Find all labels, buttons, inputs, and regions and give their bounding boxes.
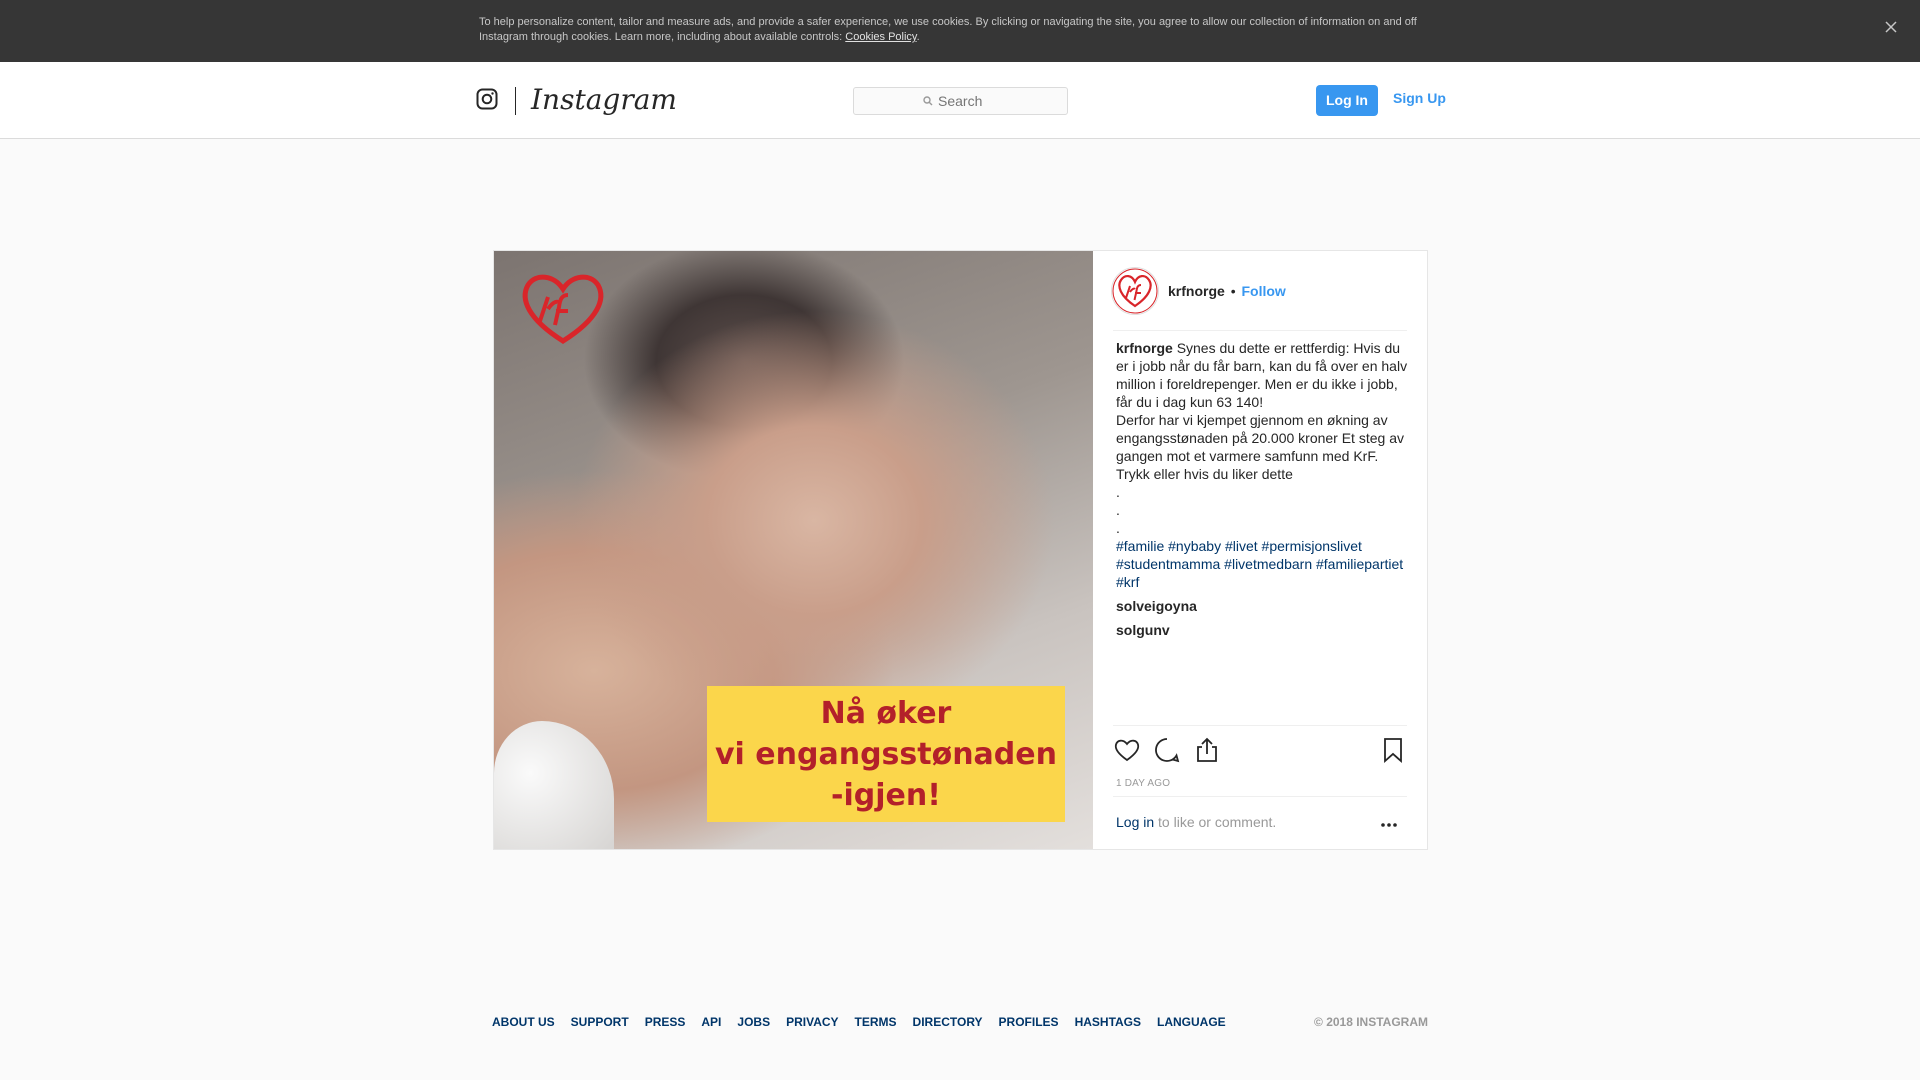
caption-dot: . <box>1116 484 1120 500</box>
more-options-icon[interactable] <box>1379 817 1399 827</box>
follow-button[interactable]: Follow <box>1241 283 1285 299</box>
post-timestamp: 1 DAY AGO <box>1116 778 1171 789</box>
caption-text-3: Trykk eller hvis du liker dette <box>1116 466 1293 482</box>
headline-line-2: vi engangsstønaden <box>715 736 1057 772</box>
footer-link-press[interactable]: PRESS <box>645 1012 686 1032</box>
cookie-banner-text: To help personalize content, tailor and … <box>479 15 1439 45</box>
hashtag[interactable]: #livetmedbarn <box>1224 556 1312 572</box>
post-sidebar: krfnorge • Follow krfnorge Synes du dett… <box>1093 251 1427 849</box>
caption-text-2: Derfor har vi kjempet gjennom en økning … <box>1116 412 1404 464</box>
caption-username[interactable]: krfnorge <box>1116 340 1173 356</box>
copyright: © 2018 INSTAGRAM <box>1314 1015 1428 1029</box>
post-caption: krfnorge Synes du dette er rettferdig: H… <box>1116 339 1408 719</box>
post-author: krfnorge • Follow <box>1168 281 1286 301</box>
hashtag[interactable]: #studentmamma <box>1116 556 1220 572</box>
headline-line-1: Nå øker <box>820 695 952 731</box>
login-to-comment: Log in to like or comment. <box>1116 814 1276 830</box>
footer-link-jobs[interactable]: JOBS <box>737 1012 770 1032</box>
post-actions: 1 DAY AGO Log in to like or comment. <box>1113 725 1407 849</box>
footer-link-api[interactable]: API <box>701 1012 721 1032</box>
comment-username[interactable]: solveigoyna <box>1116 598 1197 614</box>
comment-item: solveigoyna <box>1116 597 1408 615</box>
cookie-banner-message: To help personalize content, tailor and … <box>479 16 1417 43</box>
image-blanket <box>494 721 614 849</box>
search-input[interactable] <box>938 93 998 109</box>
hashtag[interactable]: #familie <box>1116 538 1164 554</box>
footer-link-profiles[interactable]: PROFILES <box>999 1012 1059 1032</box>
log-in-link[interactable]: Log in <box>1116 814 1154 830</box>
sign-up-link[interactable]: Sign Up <box>1393 89 1446 107</box>
footer-link-directory[interactable]: DIRECTORY <box>913 1012 983 1032</box>
heart-icon[interactable] <box>1113 736 1141 764</box>
footer-link-hashtags[interactable]: HASHTAGS <box>1075 1012 1141 1032</box>
log-in-button[interactable]: Log In <box>1316 85 1378 116</box>
login-suffix: to like or comment. <box>1154 814 1277 830</box>
avatar[interactable] <box>1111 267 1159 315</box>
comment-username[interactable]: solgunv <box>1116 622 1170 638</box>
footer-links: ABOUT US SUPPORT PRESS API JOBS PRIVACY … <box>492 1012 1242 1032</box>
separator-dot: • <box>1230 283 1236 299</box>
comment-item: solgunv <box>1116 621 1408 639</box>
krf-heart-logo <box>522 274 604 344</box>
headline-banner: Nå øker vi engangsstønaden -igjen! <box>707 686 1065 822</box>
footer-link-privacy[interactable]: PRIVACY <box>786 1012 838 1032</box>
footer-link-language[interactable]: LANGUAGE <box>1157 1012 1226 1032</box>
caption-dot: . <box>1116 502 1120 518</box>
post-card: Nå øker vi engangsstønaden -igjen! krfno… <box>493 250 1428 850</box>
hashtag-list: #familie #nybaby #livet #permisjonslivet… <box>1116 537 1408 591</box>
footer-link-about-us[interactable]: ABOUT US <box>492 1012 555 1032</box>
search-box[interactable] <box>853 87 1068 115</box>
post-username[interactable]: krfnorge <box>1168 283 1225 299</box>
instagram-camera-icon[interactable] <box>476 88 498 110</box>
comment-icon[interactable] <box>1153 736 1181 764</box>
cookies-policy-link[interactable]: Cookies Policy <box>845 31 916 43</box>
close-icon[interactable] <box>1878 14 1904 40</box>
post-header: krfnorge • Follow <box>1111 265 1407 331</box>
caption-dot: . <box>1116 520 1120 536</box>
hashtag[interactable]: #nybaby <box>1168 538 1221 554</box>
bookmark-icon[interactable] <box>1379 736 1407 764</box>
logo-divider <box>515 87 516 115</box>
post-image[interactable]: Nå øker vi engangsstønaden -igjen! <box>494 251 1093 849</box>
footer-link-support[interactable]: SUPPORT <box>571 1012 629 1032</box>
hashtag[interactable]: #krf <box>1116 574 1139 590</box>
instagram-wordmark[interactable]: Instagram <box>531 80 677 120</box>
cookie-banner: To help personalize content, tailor and … <box>0 0 1920 62</box>
hashtag[interactable]: #familiepartiet <box>1316 556 1403 572</box>
headline-line-3: -igjen! <box>831 777 941 813</box>
comment-prompt: Log in to like or comment. <box>1113 796 1407 844</box>
hashtag[interactable]: #livet <box>1225 538 1258 554</box>
share-icon[interactable] <box>1193 736 1221 764</box>
footer: ABOUT US SUPPORT PRESS API JOBS PRIVACY … <box>492 1012 1428 1032</box>
cookie-banner-suffix: . <box>916 31 920 43</box>
hashtag[interactable]: #permisjonslivet <box>1262 538 1362 554</box>
search-icon <box>923 93 938 109</box>
footer-link-terms[interactable]: TERMS <box>855 1012 897 1032</box>
